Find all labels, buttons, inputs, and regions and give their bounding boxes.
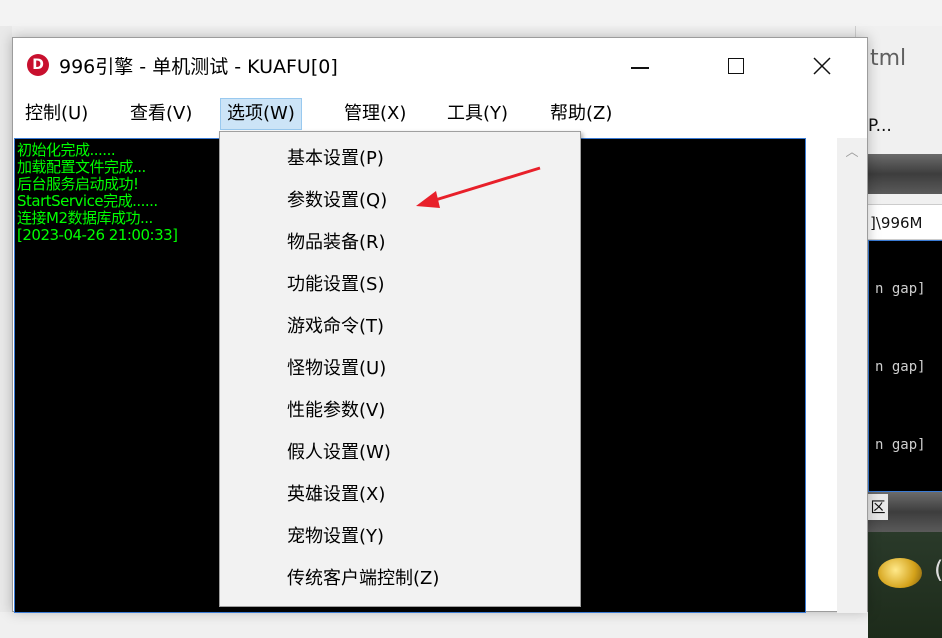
menu-bar: 控制(U) 查看(V) 选项(W) 管理(X) 工具(Y) 帮助(Z) bbox=[13, 96, 867, 134]
log-line: 初始化完成...... bbox=[17, 141, 116, 159]
window-title: 996引擎 - 单机测试 - KUAFU[0] bbox=[59, 56, 338, 78]
background-left-strip bbox=[0, 26, 12, 612]
background-p-text: P... bbox=[868, 116, 892, 136]
background-paren-text: ( bbox=[934, 556, 942, 584]
menu-view[interactable]: 查看(V) bbox=[124, 98, 198, 130]
menu-help[interactable]: 帮助(Z) bbox=[544, 98, 618, 130]
log-line: 连接M2数据库成功... bbox=[17, 209, 153, 227]
vertical-scrollbar[interactable]: ︿ bbox=[837, 138, 867, 613]
menu-item-performance-params[interactable]: 性能参数(V) bbox=[220, 390, 580, 432]
background-console-line: n gap] bbox=[875, 281, 926, 297]
menu-item-function-settings[interactable]: 功能设置(S) bbox=[220, 264, 580, 306]
background-dark-banner bbox=[868, 154, 942, 194]
menu-options[interactable]: 选项(W) bbox=[220, 98, 302, 130]
background-titlebar-area bbox=[0, 0, 942, 26]
background-region-label: 区 bbox=[868, 494, 888, 520]
menu-item-monster-settings[interactable]: 怪物设置(U) bbox=[220, 348, 580, 390]
app-logo-icon: D bbox=[27, 54, 49, 76]
menu-item-parameter-settings[interactable]: 参数设置(Q) bbox=[220, 180, 580, 222]
gold-coins-icon bbox=[878, 558, 922, 588]
menu-item-bot-settings[interactable]: 假人设置(W) bbox=[220, 432, 580, 474]
maximize-button[interactable] bbox=[693, 38, 779, 94]
background-console-line: n gap] bbox=[875, 437, 926, 453]
menu-item-hero-settings[interactable]: 英雄设置(X) bbox=[220, 474, 580, 516]
background-window: tml P... ]\996M n gap] n gap] n gap] 区 ( bbox=[855, 26, 942, 638]
menu-item-classic-client-control[interactable]: 传统客户端控制(Z) bbox=[220, 558, 580, 600]
log-line: StartService完成...... bbox=[17, 192, 158, 210]
minimize-icon bbox=[631, 67, 649, 69]
menu-item-item-equipment[interactable]: 物品装备(R) bbox=[220, 222, 580, 264]
background-tab-text[interactable]: tml bbox=[870, 46, 906, 71]
log-line: [2023-04-26 21:00:33] bbox=[17, 226, 178, 244]
background-console-line: n gap] bbox=[875, 359, 926, 375]
close-icon bbox=[813, 57, 831, 75]
close-button[interactable] bbox=[779, 38, 865, 94]
log-line: 加载配置文件完成... bbox=[17, 158, 146, 176]
log-line: 后台服务启动成功! bbox=[17, 175, 139, 193]
menu-item-pet-settings[interactable]: 宠物设置(Y) bbox=[220, 516, 580, 558]
minimize-button[interactable] bbox=[597, 38, 683, 94]
title-bar[interactable]: D 996引擎 - 单机测试 - KUAFU[0] bbox=[13, 38, 867, 94]
menu-item-basic-settings[interactable]: 基本设置(P) bbox=[220, 138, 580, 180]
background-console: n gap] n gap] n gap] bbox=[868, 240, 942, 492]
scroll-up-icon[interactable]: ︿ bbox=[844, 146, 860, 160]
menu-tools[interactable]: 工具(Y) bbox=[441, 98, 514, 130]
menu-item-game-commands[interactable]: 游戏命令(T) bbox=[220, 306, 580, 348]
maximize-icon bbox=[728, 58, 744, 74]
options-dropdown-menu: 基本设置(P) 参数设置(Q) 物品装备(R) 功能设置(S) 游戏命令(T) … bbox=[219, 131, 581, 607]
background-path-field: ]\996M bbox=[868, 204, 942, 240]
menu-control[interactable]: 控制(U) bbox=[19, 98, 94, 130]
menu-manage[interactable]: 管理(X) bbox=[338, 98, 412, 130]
